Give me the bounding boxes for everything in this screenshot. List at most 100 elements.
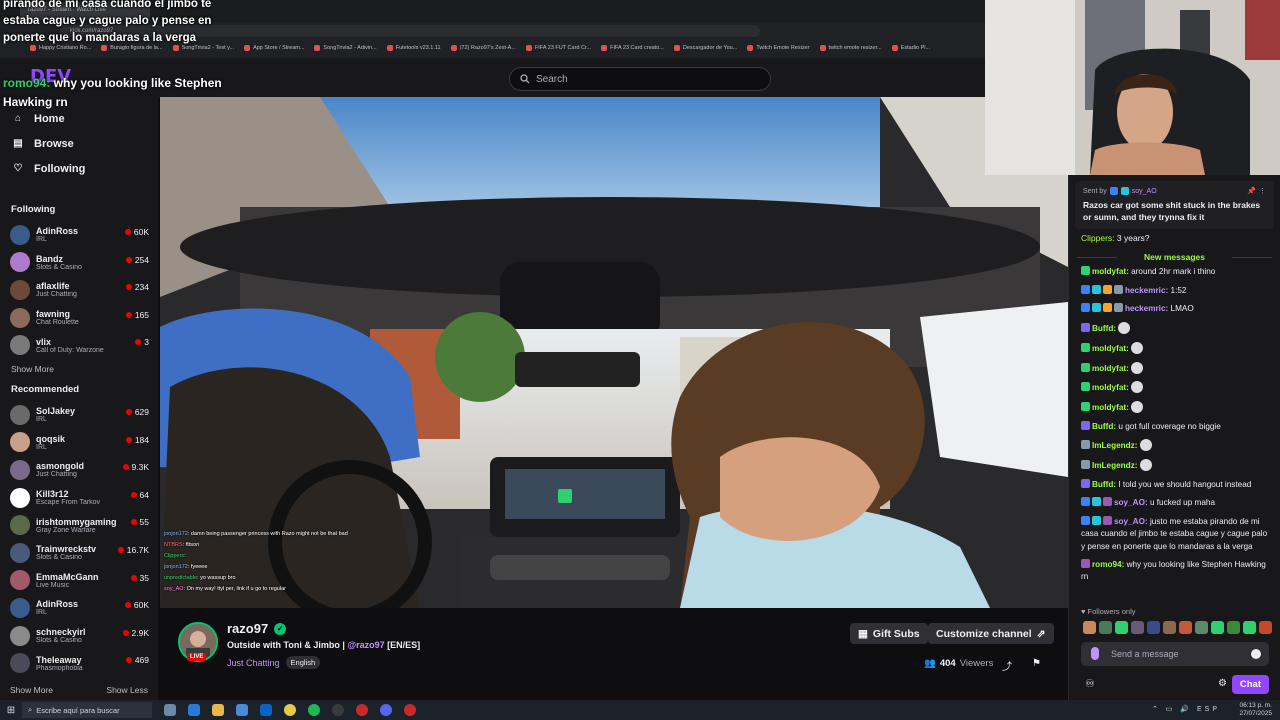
chat-username[interactable]: romo94: — [1092, 560, 1124, 569]
customize-channel-button[interactable]: Customize channel ⇗ — [928, 623, 1054, 644]
chat-send-button[interactable]: Chat — [1231, 675, 1269, 694]
windows-start-icon[interactable]: ⊞ — [0, 700, 22, 720]
sidebar-channel[interactable]: AdinRoss IRL 60K — [0, 594, 158, 622]
emote-icon[interactable] — [1147, 621, 1160, 634]
chat-username[interactable]: heckemric: — [1125, 286, 1168, 295]
bookmark-item[interactable]: twitch emote resizer... — [819, 45, 882, 51]
clippers-text: 3 years? — [1114, 233, 1150, 243]
report-icon[interactable]: ⚑ — [1032, 658, 1041, 669]
language-indicator[interactable]: ESP — [1197, 706, 1220, 713]
chat-username[interactable]: Buffd: — [1092, 480, 1116, 489]
clock[interactable]: 06:13 p. m. 27/07/2025 — [1239, 702, 1272, 718]
sidebar-channel[interactable]: EmmaMcGann Live Music 35 — [0, 567, 158, 595]
stream-tag[interactable]: English — [285, 656, 321, 669]
viewers-label: Viewers — [959, 658, 994, 669]
badge-picker-icon[interactable] — [1091, 647, 1099, 660]
file-explorer-icon[interactable] — [212, 704, 224, 716]
video-chat-text: : yo wassup bro — [197, 575, 236, 581]
bookmark-item[interactable]: Estadio Pl... — [891, 45, 930, 51]
discord-icon[interactable] — [380, 704, 392, 716]
more-options-icon[interactable]: ⋮ — [1259, 187, 1266, 195]
bookmark-icon — [314, 45, 321, 51]
sidebar-channel[interactable]: Bandz Slots & Casino 254 — [0, 249, 158, 277]
show-more-recommended[interactable]: Show More — [10, 680, 53, 700]
bookmark-item[interactable]: SongTrivia2 - Adivin... — [314, 45, 377, 51]
pin-icon[interactable]: 📌 — [1247, 187, 1256, 195]
app-icon[interactable] — [356, 704, 368, 716]
spotify-icon[interactable] — [308, 704, 320, 716]
sidebar-channel[interactable]: fawning Chat Roulette 165 — [0, 304, 158, 332]
gift-subs-button[interactable]: ▦ Gift Subs — [850, 623, 928, 644]
app2-icon[interactable] — [404, 704, 416, 716]
nav-item-browse[interactable]: ▤ Browse — [0, 131, 158, 156]
emote-icon[interactable] — [1259, 621, 1272, 634]
nav-item-following[interactable]: ♡ Following — [0, 156, 158, 181]
obs-icon[interactable] — [332, 704, 344, 716]
store-icon[interactable] — [236, 704, 248, 716]
streamer-name[interactable]: razo97 — [227, 621, 268, 636]
emoji-icon[interactable] — [1251, 649, 1261, 659]
clippers-user[interactable]: Clippers: — [1081, 233, 1115, 243]
share-icon[interactable]: ⤴ — [1002, 658, 1012, 673]
new-messages-divider[interactable]: New messages — [1069, 252, 1280, 262]
chrome-icon[interactable] — [284, 704, 296, 716]
chat-username[interactable]: ImLegendz: — [1092, 461, 1138, 470]
sidebar-channel[interactable]: vlix Call of Duty: Warzone 3 — [0, 331, 158, 359]
chat-username[interactable]: moldyfat: — [1092, 267, 1129, 276]
emote-icon[interactable] — [1243, 621, 1256, 634]
chat-input[interactable]: Send a message — [1081, 642, 1269, 666]
chat-username[interactable]: soy_AO: — [1114, 517, 1148, 526]
sidebar-channel[interactable]: asmongold Just Chatting 9.3K — [0, 456, 158, 484]
rewards-icon[interactable]: ♾ — [1085, 677, 1095, 690]
show-less-recommended[interactable]: Show Less — [106, 680, 148, 700]
search-input[interactable]: Search — [509, 67, 771, 91]
sidebar-channel[interactable]: irishtommygaming Gray Zone Warfare 55 — [0, 511, 158, 539]
chat-username[interactable]: moldyfat: — [1092, 344, 1129, 353]
bookmark-item[interactable]: Futetools v23.1.11 — [386, 45, 441, 51]
chat-username[interactable]: ImLegendz: — [1092, 441, 1138, 450]
sidebar-channel[interactable]: Theleaway Phasmophobia 469 — [0, 649, 158, 677]
sidebar-channel[interactable]: AdinRoss IRL 60K — [0, 221, 158, 249]
emote-icon[interactable] — [1099, 621, 1112, 634]
sidebar-channel[interactable]: Kill3r12 Escape From Tarkov 64 — [0, 484, 158, 512]
emote-icon[interactable] — [1115, 621, 1128, 634]
sidebar-channel[interactable]: schneckyirl Slots & Casino 2.9K — [0, 622, 158, 650]
system-tray[interactable]: ⌃ ▭ 🔊 ESP — [1152, 705, 1220, 713]
chat-username[interactable]: soy_AO: — [1114, 498, 1148, 507]
emote-icon[interactable] — [1227, 621, 1240, 634]
bookmark-item[interactable]: App Store / Stream... — [244, 45, 304, 51]
gear-icon[interactable]: ⚙ — [1218, 678, 1227, 689]
chat-username[interactable]: moldyfat: — [1092, 403, 1129, 412]
bookmark-item[interactable]: FIFA 23 FUT Card Cr... — [525, 45, 591, 51]
emote-icon[interactable] — [1211, 621, 1224, 634]
chat-username[interactable]: Buffd: — [1092, 422, 1116, 431]
taskbar-search[interactable]: ⌕ Escribe aquí para buscar — [22, 702, 152, 718]
chat-username[interactable]: heckemric: — [1125, 304, 1168, 313]
bookmark-item[interactable]: Descargador de You... — [673, 45, 737, 51]
video-player[interactable]: jonjon172: damn being passenger princess… — [160, 97, 1068, 608]
bookmark-item[interactable]: (72) Razo97's Zest-A... — [450, 45, 516, 51]
edge-icon[interactable] — [188, 704, 200, 716]
title-handle[interactable]: @razo97 — [347, 640, 384, 650]
mail-icon[interactable] — [260, 704, 272, 716]
bookmark-item[interactable]: Twitch Emote Resizer — [747, 45, 810, 51]
sidebar-channel[interactable]: Trainwreckstv Slots & Casino 16.7K — [0, 539, 158, 567]
sidebar-channel[interactable]: SolJakey IRL 629 — [0, 401, 158, 429]
sidebar-channel[interactable]: qoqsik IRL 184 — [0, 429, 158, 457]
chat-username[interactable]: moldyfat: — [1092, 383, 1129, 392]
chat-username[interactable]: Buffd: — [1092, 324, 1116, 333]
viewer-count-text: 9.3K — [131, 462, 150, 473]
task-view-icon[interactable] — [164, 704, 176, 716]
emote-icon[interactable] — [1163, 621, 1176, 634]
sidebar-channel[interactable]: aflaxlife Just Chatting 234 — [0, 276, 158, 304]
stream-category[interactable]: Just Chatting — [227, 658, 280, 668]
emote-icon[interactable] — [1131, 621, 1144, 634]
emote-icon[interactable] — [1083, 621, 1096, 634]
pinned-by-user[interactable]: soy_AO — [1132, 188, 1157, 195]
viewer-count: 60K — [124, 227, 149, 237]
show-more-following[interactable]: Show More — [0, 359, 158, 379]
emote-icon[interactable] — [1195, 621, 1208, 634]
chat-username[interactable]: moldyfat: — [1092, 364, 1129, 373]
bookmark-item[interactable]: FIFA 23 Card creato... — [601, 45, 664, 51]
emote-icon[interactable] — [1179, 621, 1192, 634]
